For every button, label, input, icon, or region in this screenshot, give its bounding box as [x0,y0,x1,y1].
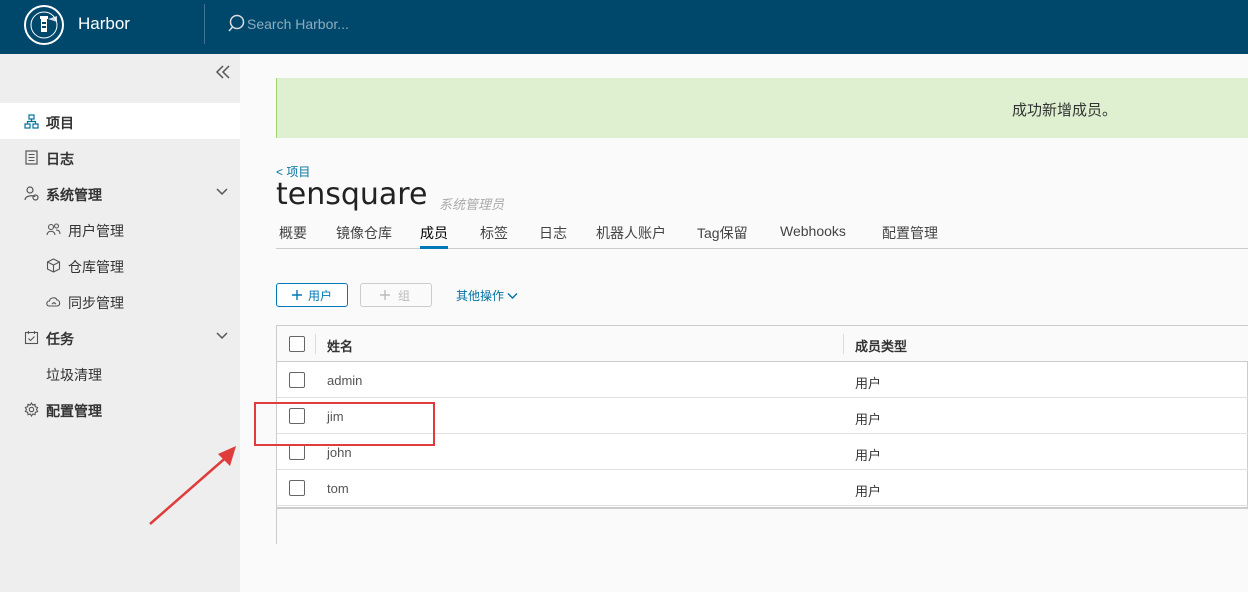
projects-icon [24,114,39,129]
sidebar-item-label: 垃圾清理 [46,367,102,383]
tab-repositories[interactable]: 镜像仓库 [336,223,392,249]
select-all-checkbox[interactable] [289,336,305,352]
table-header: 姓名 成员类型 [277,326,1248,362]
sidebar-item-label: 用户管理 [68,223,124,239]
alert-message: 成功新增成员。 [1012,102,1118,119]
sidebar-item-registry[interactable]: 仓库管理 [0,247,240,283]
users-icon [46,223,61,236]
row-checkbox[interactable] [289,372,305,388]
tab-summary[interactable]: 概要 [279,223,307,249]
sidebar-item-gc[interactable]: 垃圾清理 [0,355,240,391]
more-actions-label: 其他操作 [456,289,505,303]
table-footer [277,507,1248,544]
sidebar-item-replication[interactable]: 同步管理 [0,283,240,319]
admin-icon [24,186,39,201]
plus-icon [380,290,390,300]
sidebar-item-label: 配置管理 [46,403,102,419]
column-header-type[interactable]: 成员类型 [855,336,907,355]
sidebar-item-label: 系统管理 [46,187,102,203]
role-label: 系统管理员 [439,197,505,212]
member-name: john [327,445,352,460]
row-checkbox[interactable] [289,444,305,460]
tab-configuration[interactable]: 配置管理 [882,223,938,249]
logs-icon [25,150,38,165]
member-name: tom [327,481,349,496]
more-actions-dropdown[interactable]: 其他操作 [456,287,518,304]
sidebar-item-config[interactable]: 配置管理 [0,391,240,427]
row-checkbox[interactable] [289,480,305,496]
success-alert: 成功新增成员。 [276,78,1248,138]
tab-members[interactable]: 成员 [420,223,448,249]
sidebar-item-label: 项目 [46,115,74,131]
member-type: 用户 [855,412,882,427]
member-type: 用户 [855,484,882,499]
app-name[interactable]: Harbor [78,14,130,34]
sidebar-item-users[interactable]: 用户管理 [0,211,240,247]
tasks-icon [24,331,39,345]
chevron-down-icon[interactable] [216,188,228,196]
sidebar-item-label: 仓库管理 [68,259,124,275]
gear-icon [24,402,39,417]
sidebar-item-logs[interactable]: 日志 [0,139,240,175]
column-separator [315,334,316,354]
tab-tag-retention[interactable]: Tag保留 [697,223,748,249]
table-row[interactable]: admin 用户 [277,362,1248,398]
member-type: 用户 [855,448,882,463]
add-user-label: 用户 [308,288,333,303]
annotation-highlight-box [254,402,435,446]
add-group-button[interactable]: 组 [360,283,432,307]
sidebar-item-projects[interactable]: 项目 [0,103,240,139]
header-divider [204,4,205,44]
add-user-button[interactable]: 用户 [276,283,348,307]
member-type: 用户 [855,376,882,391]
registry-icon [46,258,61,273]
sidebar-item-admin[interactable]: 系统管理 [0,175,240,211]
member-name: admin [327,373,363,388]
plus-icon [292,290,302,300]
chevron-down-icon[interactable] [216,332,228,340]
search-input[interactable] [247,12,547,36]
project-tabs: 概要 镜像仓库 成员 标签 日志 机器人账户 Tag保留 Webhooks 配置… [276,218,1248,249]
replication-icon [46,297,61,307]
column-header-name[interactable]: 姓名 [327,336,353,355]
tab-robot-accounts[interactable]: 机器人账户 [596,223,666,249]
sidebar-item-label: 任务 [46,331,74,347]
search-icon [228,14,245,32]
page-title: tensquare [276,177,428,212]
sidebar-item-label: 日志 [46,151,74,167]
harbor-logo-icon[interactable] [24,5,64,45]
chevron-down-icon [507,293,518,299]
add-group-label: 组 [398,288,411,303]
collapse-sidebar-icon[interactable] [214,64,232,80]
column-separator[interactable] [843,334,844,354]
tab-logs[interactable]: 日志 [539,223,567,249]
tab-webhooks[interactable]: Webhooks [780,223,846,249]
tab-labels[interactable]: 标签 [480,223,508,249]
top-header: Harbor [0,0,1248,54]
annotation-arrow-icon [149,446,236,525]
sidebar-item-label: 同步管理 [68,295,124,311]
sidebar-item-tasks[interactable]: 任务 [0,319,240,355]
table-row[interactable]: tom 用户 [277,470,1248,506]
